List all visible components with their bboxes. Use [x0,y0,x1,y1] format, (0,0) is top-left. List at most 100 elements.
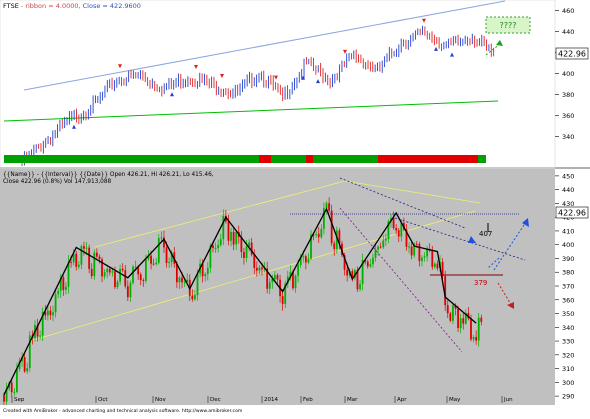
top-header: FTSE - ribbon = 4.0000, Close = 422.9600 [3,2,141,10]
bottom-candle-body [191,295,194,300]
bottom-price-label: 422.96 [558,209,586,218]
top-y-tick-label: 460 [562,7,574,15]
bottom-candle-body [255,267,258,271]
bottom-y-tick-label: 290 [562,393,574,401]
bottom-candle-body [459,318,462,329]
bottom-x-tick-label: May [449,397,461,403]
bottom-panel-background [0,169,555,405]
bottom-candle-body [374,249,377,258]
bottom-candle-body [328,203,330,211]
bottom-candle-body [155,262,158,265]
ribbon-segment [478,155,486,163]
bottom-y-tick-label: 330 [562,338,574,346]
bottom-candle-body [13,391,16,393]
bottom-y-tick-label: 340 [562,324,574,332]
bottom-candle-body [421,257,423,262]
bottom-x-tick-label: 2014 [264,397,278,403]
bottom-candle-body [90,268,93,277]
bottom-candle-body [124,270,127,287]
bottom-candle-body [3,394,5,402]
bottom-candle-body [39,335,42,337]
bottom-candle-body [297,265,300,276]
bottom-candle-body [114,271,116,288]
chart-window: 460440420400380360340 ???? 422.96 FTSE -… [0,0,590,415]
bottom-candle-body [281,296,284,304]
bottom-candle-body [98,256,101,260]
bottom-y-tick-label: 440 [562,186,574,194]
bottom-candle-body [121,268,124,271]
bottom-candle-body [77,264,80,267]
bottom-candle-body [111,271,114,273]
bottom-candle-body [116,281,119,288]
bottom-y-tick-label: 400 [562,241,574,249]
bottom-header-line1: {{Name}} - {{Interval}} {{Date}} Open 42… [3,172,214,178]
bottom-candle-body [119,268,121,282]
bottom-candle-body [65,286,67,290]
bottom-y-tick-label: 310 [562,365,574,373]
bottom-candle-body [446,305,449,314]
bottom-candle-body [129,282,132,298]
bottom-candle-body [307,258,310,263]
bottom-candle-body [178,277,181,283]
bottom-candle-body [449,313,452,321]
bottom-candle-body [204,274,207,277]
bottom-x-tick-label: Apr [397,397,407,403]
bottom-candle-body [80,246,83,265]
bottom-candle-body [227,221,230,241]
bottom-candle-body [320,228,323,238]
bottom-candle-body [222,215,225,240]
bottom-x-tick-label: Mar [347,397,358,403]
bottom-candle-body [462,318,465,324]
bottom-candle-body [475,337,478,341]
bottom-candle-body [196,273,199,296]
bottom-candle-body [261,267,263,270]
bottom-candle-body [392,218,395,229]
top-y-tick-label: 340 [562,133,574,141]
ribbon-strip [4,155,486,163]
bottom-candle-body [165,247,168,263]
bottom-candle-body [243,251,245,259]
bottom-x-tick-label: Jun [503,397,513,403]
bottom-candle-body [235,232,238,245]
bottom-candle-body [95,252,98,257]
bottom-candle-body [433,263,436,267]
bottom-candle-body [219,239,222,246]
bottom-candle-body [245,246,248,259]
bottom-header-line2: Close 422.96 (0.8%) Vol 147,913,088 [3,179,112,185]
bottom-x-tick-label: Dec [210,397,221,403]
bottom-candle-body [315,233,318,235]
ribbon-segment [4,155,259,163]
bottom-candle-body [258,267,261,271]
bottom-candle-body [366,261,369,267]
bottom-candle-body [426,249,429,257]
level-upper-label: 407 [479,230,492,238]
bottom-candle-body [415,243,418,245]
bottom-candle-body [132,266,134,283]
bottom-candle-body [436,263,439,269]
bottom-candle-body [23,357,26,372]
bottom-candle-body [276,275,279,280]
level-lower-label: 379 [474,279,487,287]
bottom-y-tick-label: 320 [562,351,574,359]
bottom-candle-body [150,255,152,264]
bottom-candle-body [346,269,349,276]
bottom-candle-body [194,295,196,300]
bottom-candle-body [359,284,361,290]
bottom-y-tick-label: 450 [562,172,574,180]
bottom-candle-body [304,256,307,263]
bottom-candle-body [302,256,305,258]
ribbon-segment [271,155,306,163]
bottom-x-tick-label: Feb [303,397,313,403]
bottom-candle-body [152,263,155,265]
bottom-candle-body [452,305,454,321]
bottom-candle-body [325,203,328,209]
bottom-candle-body [183,281,186,283]
bottom-candle-body [62,277,65,290]
bottom-candle-body [317,233,320,238]
bottom-candle-body [369,264,372,267]
bottom-candle-body [230,231,232,241]
top-panel: 460440420400380360340 ???? 422.96 FTSE -… [0,0,590,169]
top-y-tick-label: 400 [562,70,574,78]
bottom-candle-body [70,261,72,263]
bottom-x-tick-label: Nov [155,397,166,403]
